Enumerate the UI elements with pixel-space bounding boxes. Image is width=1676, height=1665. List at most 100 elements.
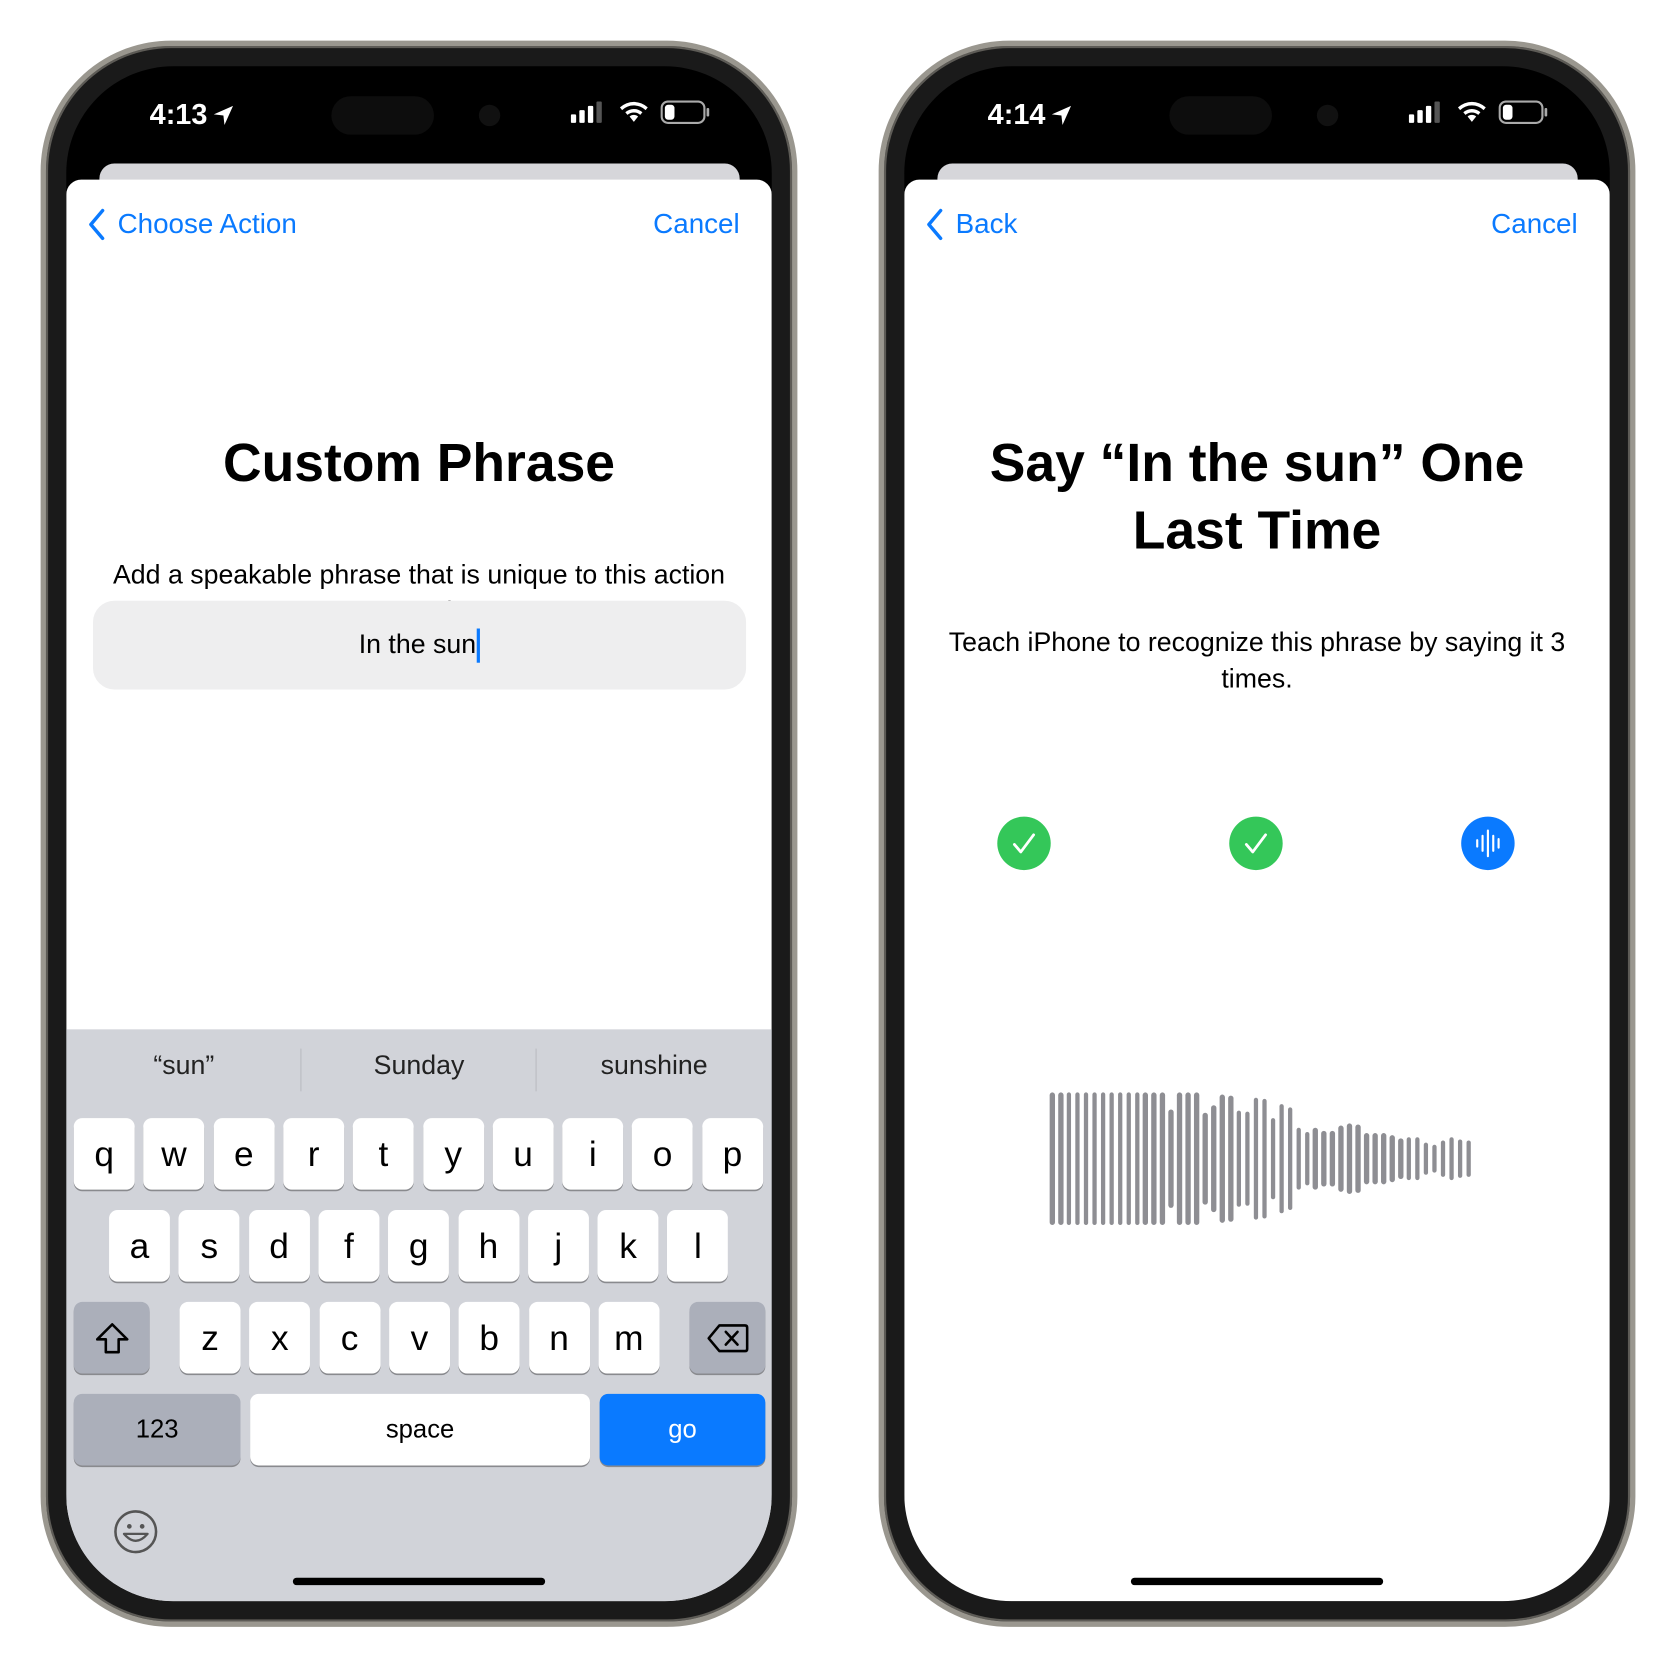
- emoji-icon[interactable]: [113, 1509, 158, 1554]
- key-i[interactable]: i: [562, 1118, 624, 1190]
- key-j[interactable]: j: [527, 1209, 589, 1282]
- waveform-bar: [1194, 1092, 1200, 1225]
- waveform-bar: [1423, 1142, 1429, 1175]
- key-l[interactable]: l: [667, 1209, 729, 1282]
- key-x[interactable]: x: [249, 1301, 311, 1374]
- cellular-signal-icon: [1408, 101, 1440, 123]
- train-phrase-sheet: Back Cancel Say “In the sun” One Last Ti…: [904, 179, 1610, 1602]
- waveform-bar: [1134, 1092, 1140, 1225]
- key-z[interactable]: z: [179, 1301, 241, 1374]
- waveform-bar: [1313, 1127, 1318, 1191]
- keyboard: “sun” Sunday sunshine 123 space go q w e…: [66, 1029, 772, 1602]
- key-t[interactable]: t: [352, 1118, 414, 1190]
- battery-low-icon: [1498, 100, 1548, 124]
- key-p[interactable]: p: [701, 1118, 763, 1190]
- cellular-signal-icon: [570, 101, 602, 123]
- waveform-bar: [1296, 1127, 1302, 1190]
- key-m[interactable]: m: [598, 1301, 660, 1374]
- wifi-icon: [619, 101, 648, 122]
- key-q[interactable]: q: [73, 1118, 135, 1190]
- waveform-bar: [1406, 1137, 1412, 1181]
- waveform-bar: [1347, 1123, 1352, 1195]
- phrase-input[interactable]: In the sun: [92, 600, 747, 690]
- waveform-bar: [1381, 1132, 1386, 1185]
- key-u[interactable]: u: [492, 1118, 554, 1190]
- waveform-bar: [1304, 1131, 1310, 1186]
- go-key[interactable]: go: [599, 1393, 766, 1466]
- waveform-bar: [1049, 1092, 1055, 1225]
- cancel-button[interactable]: Cancel: [1491, 207, 1578, 240]
- home-indicator: [292, 1577, 546, 1586]
- key-w[interactable]: w: [143, 1118, 205, 1190]
- key-f[interactable]: f: [318, 1209, 380, 1282]
- waveform-bar: [1330, 1130, 1335, 1187]
- key-n[interactable]: n: [528, 1301, 590, 1374]
- location-arrow-icon: [213, 105, 234, 125]
- key-y[interactable]: y: [422, 1118, 484, 1190]
- back-button[interactable]: Back: [926, 207, 1018, 240]
- page-title: Custom Phrase: [222, 432, 616, 493]
- waveform-bar: [1117, 1092, 1123, 1225]
- waveform-bar: [1109, 1092, 1115, 1225]
- waveform-bar: [1168, 1109, 1174, 1208]
- waveform-icon: [1476, 829, 1500, 858]
- key-b[interactable]: b: [458, 1301, 520, 1374]
- waveform-bar: [1126, 1092, 1132, 1225]
- waveform-bar: [1287, 1107, 1293, 1210]
- attempt-1-complete: [997, 816, 1051, 871]
- status-icons: [570, 100, 710, 124]
- checkmark-icon: [1012, 833, 1036, 854]
- waveform-bar: [1202, 1112, 1208, 1205]
- back-label: Back: [955, 207, 1018, 240]
- cancel-button[interactable]: Cancel: [653, 207, 740, 240]
- waveform-bar: [1160, 1092, 1166, 1225]
- key-d[interactable]: d: [248, 1209, 310, 1282]
- home-indicator: [1130, 1577, 1384, 1586]
- waveform-bar: [1262, 1099, 1268, 1219]
- delete-key[interactable]: [689, 1301, 766, 1374]
- attempt-3-listening: [1461, 816, 1515, 871]
- waveform-bar: [1151, 1092, 1157, 1225]
- checkmark-icon: [1244, 833, 1267, 854]
- camera: [478, 104, 501, 127]
- key-g[interactable]: g: [388, 1209, 450, 1282]
- key-c[interactable]: c: [319, 1301, 381, 1374]
- shift-key[interactable]: [73, 1301, 150, 1374]
- text-cursor: [477, 627, 481, 663]
- waveform-bar: [1245, 1111, 1251, 1206]
- waveform-bar: [1270, 1118, 1276, 1200]
- key-v[interactable]: v: [388, 1301, 450, 1374]
- key-a[interactable]: a: [109, 1209, 170, 1282]
- waveform-bar: [1321, 1131, 1327, 1187]
- waveform-bar: [1092, 1092, 1098, 1225]
- waveform-bar: [1355, 1124, 1361, 1193]
- space-key[interactable]: space: [250, 1393, 591, 1466]
- key-h[interactable]: h: [458, 1209, 519, 1282]
- key-e[interactable]: e: [213, 1118, 275, 1190]
- waveform-bar: [1228, 1095, 1234, 1222]
- waveform-bar: [1143, 1092, 1149, 1225]
- delete-backward-icon: [706, 1323, 748, 1352]
- suggestion-3[interactable]: sunshine: [537, 1051, 772, 1082]
- back-button[interactable]: Choose Action: [88, 207, 297, 240]
- key-o[interactable]: o: [632, 1118, 694, 1190]
- waveform-bar: [1236, 1110, 1242, 1208]
- custom-phrase-sheet: Choose Action Cancel Custom Phrase Add a…: [66, 179, 772, 1602]
- battery-low-icon: [660, 100, 710, 124]
- waveform-bar: [1457, 1139, 1463, 1178]
- clock: 4:13: [149, 98, 208, 131]
- page-title-line-1: Say “In the sun” One: [989, 432, 1525, 493]
- key-k[interactable]: k: [597, 1209, 659, 1282]
- page-title-line-2: Last Time: [1132, 500, 1382, 561]
- key-r[interactable]: r: [283, 1118, 345, 1190]
- key-s[interactable]: s: [178, 1209, 240, 1282]
- clock: 4:14: [987, 98, 1046, 131]
- waveform-bar: [1253, 1097, 1259, 1220]
- numbers-key[interactable]: 123: [73, 1393, 241, 1466]
- status-icons: [1408, 100, 1548, 124]
- waveform-bar: [1075, 1092, 1081, 1225]
- suggestion-1[interactable]: “sun”: [66, 1051, 301, 1082]
- status-time: 4:13: [150, 98, 236, 131]
- suggestion-2[interactable]: Sunday: [301, 1051, 536, 1082]
- waveform-bar: [1066, 1092, 1072, 1225]
